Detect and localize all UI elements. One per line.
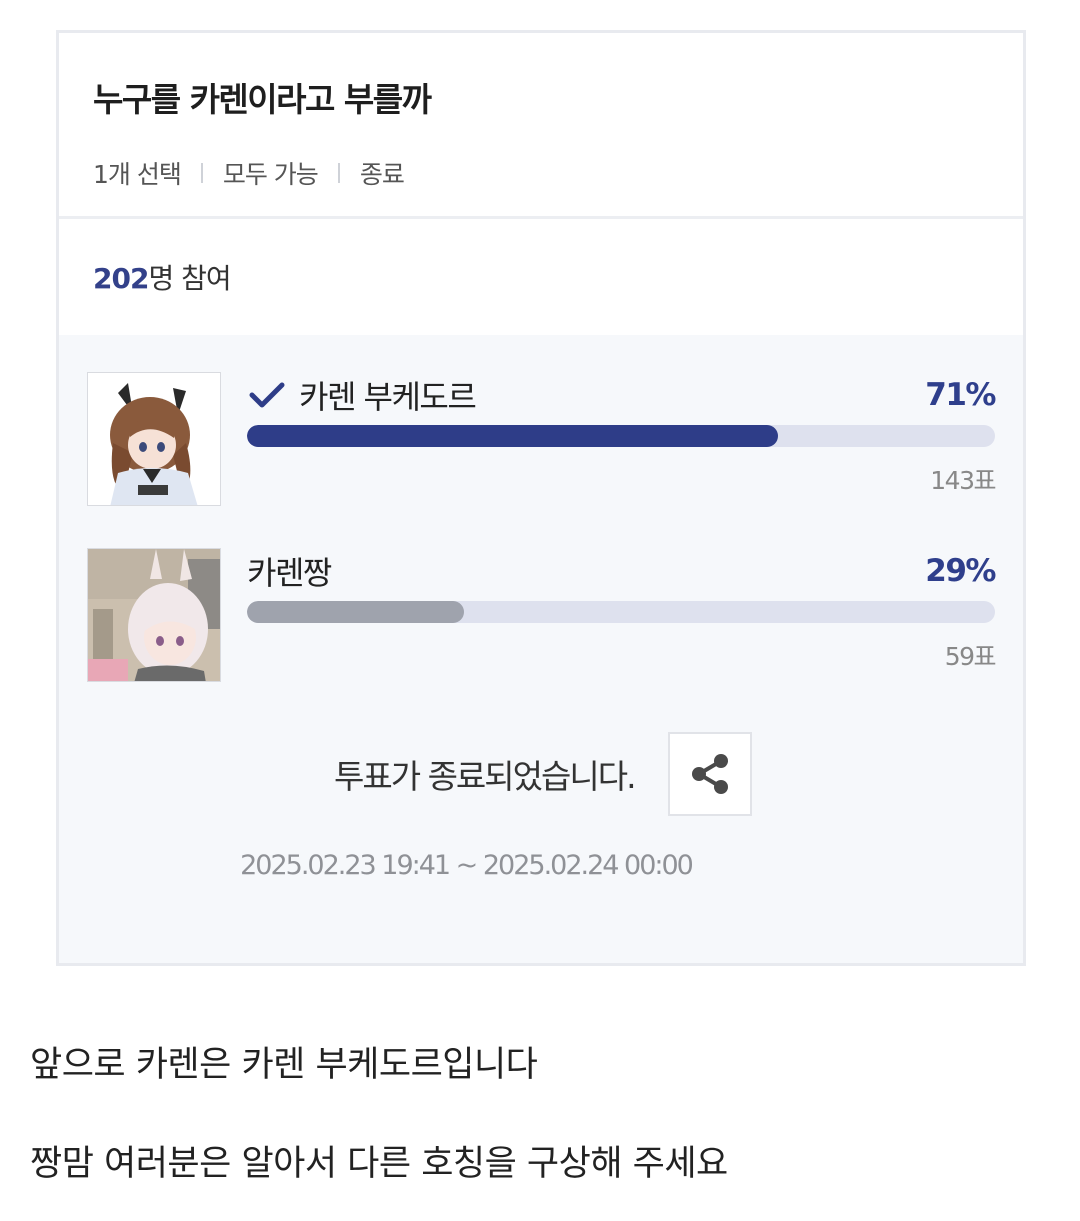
poll-header: 누구를 카렌이라고 부를까 1개 선택 모두 가능 종료	[59, 33, 1023, 219]
result-bar-fill	[247, 601, 464, 623]
poll-ended-message: 투표가 종료되었습니다.	[334, 757, 637, 796]
option-votes: 143표	[930, 466, 996, 495]
option-header: 카렌 부케도르 71%	[247, 372, 996, 418]
participants-suffix: 명 참여	[148, 262, 231, 295]
share-icon	[692, 754, 728, 794]
option-votes: 59표	[944, 642, 997, 671]
option-header: 카렌짱 29%	[247, 548, 996, 594]
poll-title: 누구를 카렌이라고 부를까	[93, 80, 432, 119]
result-bar-track	[247, 601, 995, 623]
option-content: 카렌짱 29% 59표	[247, 548, 997, 682]
participants-summary: 202명 참여	[59, 219, 1023, 335]
option-content: 카렌 부케도르 71% 143표	[247, 372, 997, 506]
result-bar-fill	[247, 425, 779, 447]
post-text-line: 짱맘 여러분은 알아서 다른 호칭을 구상해 주세요	[30, 1144, 728, 1184]
meta-divider	[337, 163, 340, 183]
option-label-wrap: 카렌 부케도르	[247, 372, 477, 418]
post-text-line: 앞으로 카렌은 카렌 부케도르입니다	[30, 1045, 538, 1085]
share-button[interactable]	[668, 732, 752, 816]
poll-meta: 1개 선택 모두 가능 종료	[93, 155, 1023, 191]
poll-period: 2025.02.23 19:41 ~ 2025.02.24 00:00	[240, 850, 694, 881]
poll-ended-row: 투표가 종료되었습니다.	[59, 732, 1023, 816]
option-percent: 71%	[925, 377, 996, 413]
option-image	[87, 548, 221, 682]
meta-divider	[200, 163, 203, 183]
poll-card: 누구를 카렌이라고 부를까 1개 선택 모두 가능 종료 202명 참여 카렌 …	[56, 30, 1026, 966]
option-percent: 29%	[925, 553, 996, 589]
option-label: 카렌 부케도르	[299, 378, 477, 416]
meta-visibility: 모두 가능	[222, 160, 319, 189]
option-label: 카렌짱	[247, 554, 332, 592]
meta-selection-type: 1개 선택	[93, 160, 182, 189]
meta-status: 종료	[359, 160, 405, 189]
option-label-wrap: 카렌짱	[247, 548, 332, 594]
result-bar-track	[247, 425, 995, 447]
participants-count: 202	[93, 262, 149, 295]
check-icon	[249, 382, 285, 408]
poll-results: 카렌 부케도르 71% 143표 카렌짱 29% 59표 투표가 종료되었습니다…	[59, 335, 1023, 963]
option-image	[87, 372, 221, 506]
